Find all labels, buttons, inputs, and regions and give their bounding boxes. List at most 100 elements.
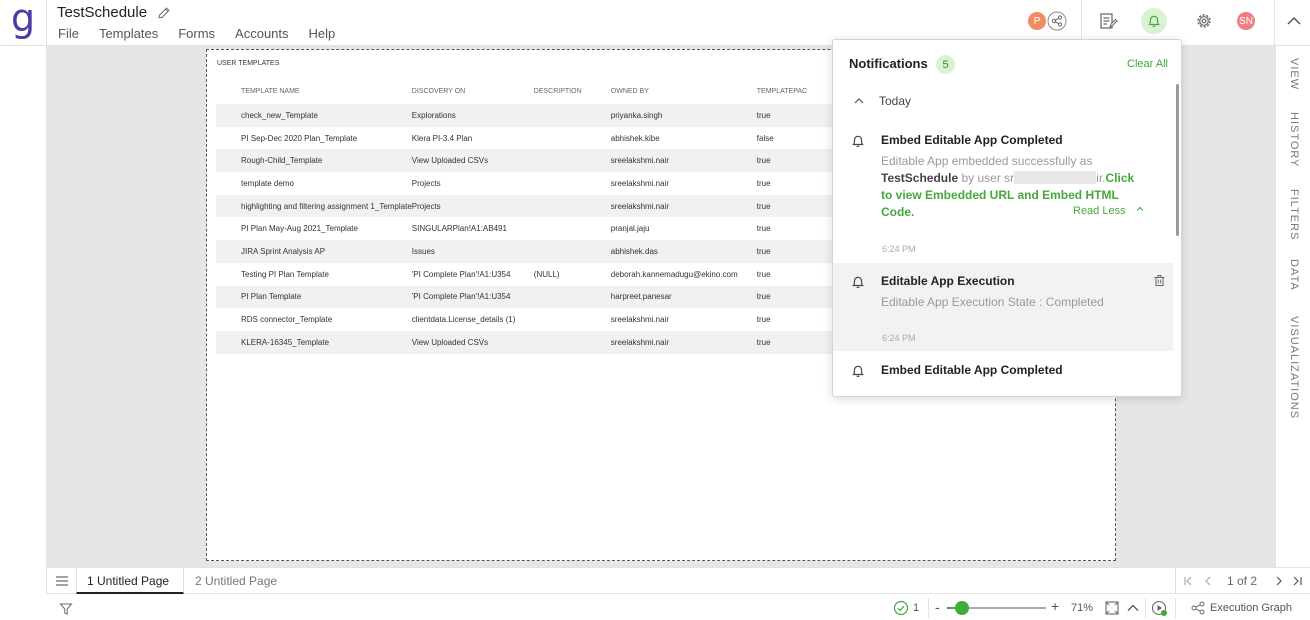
clear-all-link[interactable]: Clear All — [1127, 58, 1168, 70]
status-divider — [928, 598, 929, 618]
app-logo[interactable]: g — [0, 0, 47, 46]
table-row[interactable]: PI Plan Template 'PI Complete Plan'!A1:U3… — [216, 285, 896, 309]
left-gutter — [0, 46, 47, 620]
notification-title: Editable App Execution — [881, 274, 1015, 288]
column-header[interactable]: TEMPLATE NAME — [216, 78, 412, 104]
table-cell: 'PI Complete Plan'!A1:U354 — [411, 285, 534, 309]
execution-graph-button[interactable]: Execution Graph — [1210, 602, 1292, 614]
trash-icon[interactable] — [1153, 274, 1166, 287]
table-cell: Projects — [411, 194, 534, 218]
next-page-icon[interactable] — [1273, 575, 1285, 587]
table-cell: PI Plan Template — [216, 285, 412, 309]
chevron-up-icon — [1136, 206, 1144, 211]
bell-icon — [852, 365, 864, 377]
table-cell: Testing PI Plan Template — [241, 269, 329, 279]
zoom-slider-track[interactable] — [947, 601, 1046, 615]
check-circle-icon[interactable] — [893, 600, 909, 616]
notification-item[interactable]: Embed Editable App Completed Editable Ap… — [833, 122, 1173, 262]
zoom-out-button[interactable]: - — [935, 599, 940, 615]
templates-table: TEMPLATE NAME DISCOVERY ON DESCRIPTION O… — [216, 78, 896, 354]
status-divider — [1175, 598, 1176, 618]
table-cell: priyanka.singh — [610, 104, 757, 127]
edit-list-icon[interactable] — [1097, 10, 1119, 32]
prev-page-icon[interactable] — [1202, 575, 1214, 587]
table-cell: KLERA-16345_Template — [216, 330, 412, 354]
first-page-icon[interactable] — [1183, 575, 1195, 587]
column-header[interactable]: DESCRIPTION — [534, 78, 611, 104]
right-side-tabs: VIEW HISTORY FILTERS DATA VISUALIZATIONS — [1275, 46, 1310, 567]
column-header[interactable]: OWNED BY — [611, 78, 757, 104]
table-row[interactable]: RDS connector_Template clientdata.License… — [216, 308, 896, 331]
hamburger-icon[interactable] — [55, 574, 69, 588]
notifications-bell-icon[interactable] — [1141, 8, 1167, 34]
chevron-up-icon[interactable] — [853, 95, 865, 107]
filter-icon[interactable] — [59, 602, 73, 616]
table-row[interactable]: Rough-Child_Template View Uploaded CSVs sr… — [216, 149, 896, 173]
zoom-slider-thumb[interactable] — [954, 601, 969, 615]
table-cell — [533, 285, 611, 309]
table-row[interactable]: highlighting and filtering assignment 1_… — [216, 194, 896, 218]
page-tab-2[interactable]: 2 Untitled Page — [195, 574, 277, 588]
table-cell: pranjal.jaju — [610, 224, 650, 234]
notification-item[interactable]: Embed Editable App Completed — [833, 352, 1173, 396]
gear-icon[interactable] — [1193, 10, 1215, 32]
page-tabs-bar: 1 Untitled Page 2 Untitled Page 1 of 2 — [47, 567, 1310, 594]
table-cell: Issues — [411, 240, 534, 263]
table-row[interactable]: PI Plan May-Aug 2021_Template SINGULARPla… — [216, 217, 896, 240]
table-cell: Projects — [411, 178, 441, 188]
table-row[interactable]: PI Sep-Dec 2020 Plan_Template Klera PI-3.… — [216, 127, 896, 150]
last-page-icon[interactable] — [1291, 575, 1303, 587]
status-divider — [1145, 598, 1146, 618]
pencil-icon[interactable] — [156, 5, 172, 21]
share-icon[interactable] — [1046, 10, 1068, 32]
notification-time: 6:24 PM — [882, 333, 916, 343]
table-row[interactable]: check_new_Template Explorations priyanka.s… — [216, 104, 896, 127]
notifications-count-badge: 5 — [936, 55, 955, 74]
table-cell — [533, 240, 611, 263]
bell-icon — [852, 276, 864, 288]
user-avatar[interactable]: SN — [1235, 10, 1257, 32]
notification-title: Embed Editable App Completed — [881, 133, 1063, 147]
menu-help[interactable]: Help — [309, 26, 336, 41]
app-title: TestSchedule — [57, 4, 148, 21]
redacted-text — [1014, 171, 1097, 184]
table-cell: sreelakshmi.nair — [610, 315, 670, 325]
notification-item[interactable]: Editable App Execution Editable App Exec… — [833, 263, 1173, 351]
table-cell — [534, 172, 611, 195]
tab-visualizations[interactable]: VISUALIZATIONS — [1288, 316, 1300, 516]
column-header[interactable]: DISCOVERY ON — [412, 78, 534, 104]
menu-templates[interactable]: Templates — [99, 26, 158, 41]
chevron-up-icon[interactable] — [1126, 601, 1140, 615]
main-menu: File Templates Forms Accounts Help — [58, 26, 355, 41]
status-bar: 1 - + 71% Execution Graph — [0, 595, 1310, 620]
presence-avatar[interactable]: P — [1026, 10, 1048, 32]
notifications-scrollbar[interactable] — [1176, 84, 1179, 236]
menu-accounts[interactable]: Accounts — [235, 26, 288, 41]
table-cell: sreelakshmi.nair — [610, 149, 757, 173]
fit-screen-icon[interactable] — [1104, 600, 1120, 616]
menu-file[interactable]: File — [58, 26, 79, 41]
table-cell: sreelakshmi.nair — [610, 178, 670, 188]
table-cell: RDS connector_Template — [241, 315, 333, 325]
read-less-link[interactable]: Read Less — [1073, 204, 1145, 217]
notification-time: 6:24 PM — [882, 244, 916, 254]
execution-status-icon[interactable] — [1151, 600, 1168, 617]
table-row[interactable]: JIRA Sprint Analysis AP Issues abhishek.da… — [216, 240, 896, 263]
zoom-in-button[interactable]: + — [1051, 598, 1059, 614]
templates-heading: USER TEMPLATES — [217, 60, 280, 67]
page-pager: 1 of 2 — [1175, 568, 1310, 594]
table-row[interactable]: KLERA-16345_Template View Uploaded CSVs sr… — [216, 330, 896, 354]
execution-graph-icon[interactable] — [1191, 601, 1205, 615]
table-cell — [534, 127, 611, 150]
table-cell: View Uploaded CSVs — [411, 149, 534, 173]
table-cell: sreelakshmi.nair — [610, 194, 757, 218]
table-cell: Explorations — [411, 104, 534, 127]
menu-forms[interactable]: Forms — [178, 26, 215, 41]
table-cell: Klera PI-3.4 Plan — [411, 133, 473, 143]
table-row[interactable]: template demo Projects sreelakshmi.nair tru… — [216, 172, 896, 195]
table-cell — [533, 194, 611, 218]
table-cell: PI Sep-Dec 2020 Plan_Template — [241, 133, 358, 143]
page-tab-1[interactable]: 1 Untitled Page — [76, 568, 184, 594]
table-row[interactable]: Testing PI Plan Template 'PI Complete Pla… — [216, 263, 896, 286]
chevron-up-icon[interactable] — [1283, 10, 1305, 32]
